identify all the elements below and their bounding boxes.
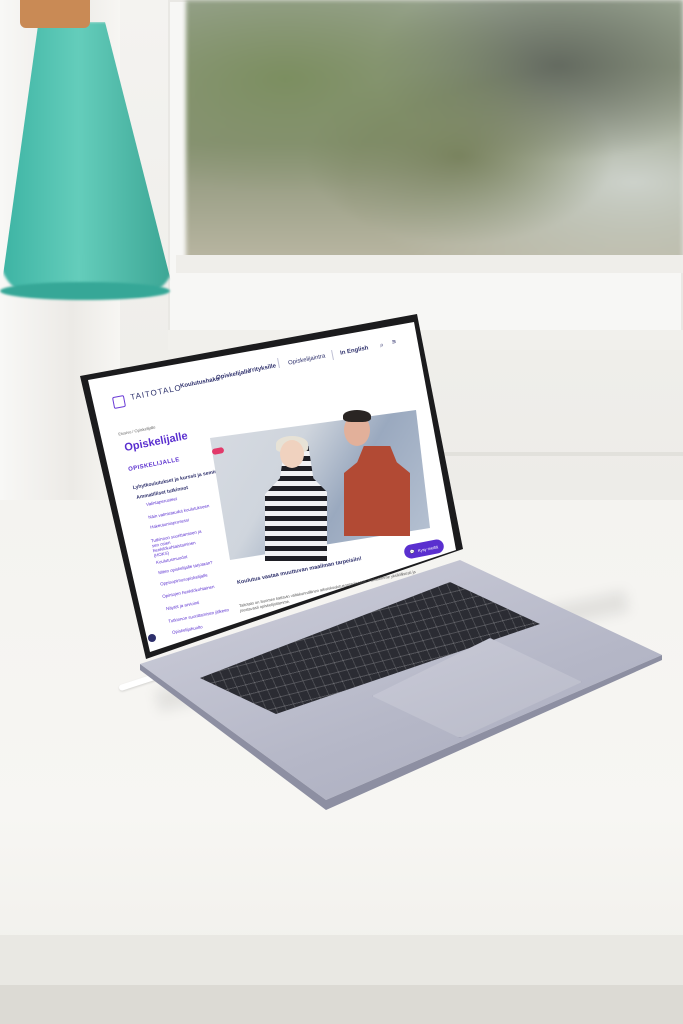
language-link[interactable]: In English [340,345,369,356]
nav-divider [331,349,334,361]
sidebar-link[interactable]: Valintaperusteet [146,496,178,508]
sidebar-link[interactable]: Tutkinnon suorittaminen ja sen osien hen… [150,529,210,559]
nav-divider [277,357,280,369]
hero-person-hair [343,410,371,422]
laptop: TAITOTALO Koulutushaku Opiskelijalle Yri… [0,0,683,1024]
sidebar-link[interactable]: Tutkinnon suorittamisen jälkeen [168,607,229,625]
breadcrumb[interactable]: Etusivu / Opiskelijalle [118,424,156,436]
accessibility-icon[interactable] [148,634,156,642]
sidebar-link[interactable]: Oppisopimusopiskelijalle [160,572,208,587]
hero-person-face [280,440,304,468]
website-ui: TAITOTALO Koulutushaku Opiskelijalle Yri… [0,0,683,1024]
chat-button[interactable]: 💬 Kysy meiltä [403,538,445,560]
search-icon[interactable]: ⌕ [379,342,384,351]
menu-icon[interactable]: ≡ [391,339,396,347]
sidebar-heading: OPISKELIJALLE [127,457,181,473]
chat-icon: 💬 [409,548,416,555]
nav-yrityksille[interactable]: Yrityksille [248,363,277,374]
logo-text[interactable]: TAITOTALO [130,383,183,402]
nav-opiskelijalle[interactable]: Opiskelijalle [216,369,252,382]
nav-koulutushaku[interactable]: Koulutushaku [180,376,220,390]
sidebar-link[interactable]: Opiskelijahuolto [172,624,203,636]
taitotalo-logo-icon[interactable] [111,394,127,410]
sidebar-link[interactable]: Näytöt ja arviointi [166,600,200,612]
sidebar-link[interactable]: Hakeutumisprosessi [150,517,190,530]
sidebar-link[interactable]: Opintojen henkilökohtainen [162,584,215,600]
photo-scene: TAITOTALO Koulutushaku Opiskelijalle Yri… [0,0,683,1024]
chat-label: Kysy meiltä [417,543,439,553]
nav-opiskelijaintra[interactable]: Opiskelijaintra [288,353,326,366]
